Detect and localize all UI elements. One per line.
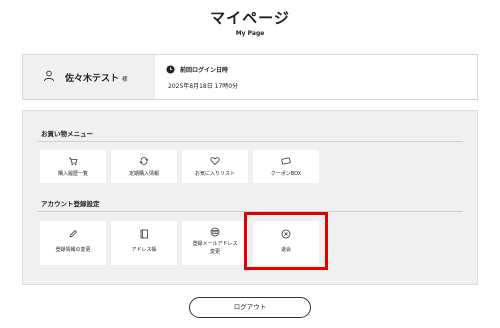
subscription-label: 定期購入情報 [128,171,159,177]
repeat-icon [139,157,149,165]
last-login-label: 前回ログイン日時 [180,67,229,74]
purchase-history-label: 購入履歴一覧 [57,171,88,177]
person-icon [44,70,54,82]
edit-profile-tile[interactable]: 登録情報の変更 [40,221,106,265]
email-change-icon [210,227,220,237]
user-name: 佐々木テスト様 [65,71,128,84]
page-subtitle: My Page [235,30,265,37]
favorites-tile[interactable]: お気に入りリスト [182,150,248,183]
highlight-box [244,212,328,270]
last-login-value: 2025年8月18日 17時0分 [168,83,239,90]
subscription-tile[interactable]: 定期購入情報 [111,150,177,183]
edit-profile-label: 登録情報の変更 [55,247,91,253]
shopping-menu-heading: お買い物メニュー [41,130,93,138]
pencil-icon [69,230,77,238]
page-title: マイページ [210,9,290,27]
heart-icon [210,157,220,166]
account-settings-heading: アカウント登録設定 [41,200,100,208]
coupon-icon [281,157,291,165]
user-info-card: 佐々木テスト様 前回ログイン日時 2025年8月18日 17時0分 [22,54,478,100]
user-name-text: 佐々木テスト [65,74,120,84]
coupon-tile[interactable]: クーポンBOX [253,150,319,183]
coupon-label: クーポンBOX [270,171,302,177]
address-book-tile[interactable]: アドレス帳 [111,221,177,265]
logout-button[interactable]: ログアウト [189,297,311,318]
change-email-label-line2: 変更 [209,249,220,255]
user-honorific: 様 [122,77,128,83]
clock-icon [166,65,175,74]
change-email-label-line1: 登録メールアドレス [192,241,238,247]
address-book-label: アドレス帳 [131,247,157,253]
section-divider [37,141,463,142]
address-book-icon [140,229,148,239]
cart-icon [69,157,78,166]
change-email-tile[interactable]: 登録メールアドレス 変更 [182,221,248,265]
favorites-label: お気に入りリスト [194,171,235,177]
user-name-area: 佐々木テスト様 [23,55,155,99]
purchase-history-tile[interactable]: 購入履歴一覧 [40,150,106,183]
